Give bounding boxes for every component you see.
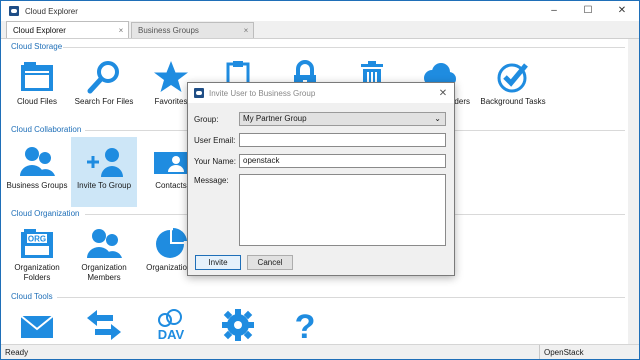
- status-text: Ready: [5, 347, 29, 357]
- search-icon: [84, 59, 124, 95]
- checkmark-icon: [493, 59, 533, 95]
- tile-settings[interactable]: [205, 301, 271, 344]
- contact-card-icon: [151, 143, 191, 179]
- tile-label: Search For Files: [74, 97, 134, 106]
- tab-business-groups[interactable]: Business Groups ×: [131, 22, 254, 38]
- tile-email[interactable]: [4, 301, 70, 344]
- tile-label: Cloud Files: [16, 97, 57, 106]
- email-label: User Email:: [194, 136, 236, 145]
- invite-button[interactable]: Invite: [195, 255, 241, 270]
- tile-organization-members[interactable]: Organization Members: [71, 219, 137, 301]
- org-folder-icon: ORG: [17, 225, 57, 261]
- chevron-down-icon: ⌄: [434, 114, 441, 123]
- section-cloud-organization: Cloud Organization: [11, 209, 80, 218]
- section-cloud-tools: Cloud Tools: [11, 292, 53, 301]
- message-field[interactable]: [239, 174, 446, 246]
- pie-chart-icon: [151, 225, 191, 261]
- gear-icon: [218, 307, 258, 343]
- group-label: Group:: [194, 115, 219, 124]
- tab-cloud-explorer[interactable]: Cloud Explorer ×: [6, 21, 129, 38]
- dialog-title: Invite User to Business Group: [209, 88, 316, 98]
- tile-label: Organization Members: [81, 263, 127, 282]
- status-bar: Ready OpenStack: [1, 344, 639, 359]
- dialog-close-icon[interactable]: ✕: [432, 88, 454, 99]
- question-mark-icon: ?: [285, 307, 325, 343]
- tile-invite-to-group[interactable]: Invite To Group: [71, 137, 137, 207]
- svg-text:DAV: DAV: [158, 327, 185, 342]
- dav-cloud-icon: DAV: [151, 307, 191, 343]
- envelope-icon: [17, 307, 57, 343]
- users-icon: [84, 225, 124, 261]
- section-cloud-collaboration: Cloud Collaboration: [11, 125, 82, 134]
- group-selected-value: My Partner Group: [243, 114, 307, 123]
- tile-label: Invite To Group: [76, 181, 132, 190]
- window-title: Cloud Explorer: [25, 6, 78, 16]
- tile-business-groups[interactable]: Business Groups: [4, 137, 70, 207]
- name-label: Your Name:: [194, 157, 236, 166]
- tile-label: Background Tasks: [480, 97, 546, 106]
- dialog-title-bar: Invite User to Business Group ✕: [188, 83, 454, 103]
- tab-close-icon[interactable]: ×: [239, 26, 253, 35]
- tile-cloud-files[interactable]: Cloud Files: [4, 53, 70, 123]
- divider: [57, 297, 625, 298]
- svg-text:ORG: ORG: [28, 235, 46, 244]
- users-icon: [17, 143, 57, 179]
- tile-dav[interactable]: DAV: [138, 301, 204, 344]
- star-icon: [151, 59, 191, 95]
- section-cloud-storage: Cloud Storage: [11, 42, 63, 51]
- email-field[interactable]: [239, 133, 446, 147]
- add-user-icon: [84, 143, 124, 179]
- tab-bar: Cloud Explorer × Business Groups ×: [1, 21, 639, 39]
- name-field[interactable]: openstack: [239, 154, 446, 168]
- divider: [63, 47, 625, 48]
- app-icon: [9, 6, 19, 16]
- maximize-button[interactable]: ☐: [571, 1, 605, 21]
- tab-label: Business Groups: [138, 26, 199, 35]
- svg-text:?: ?: [295, 308, 316, 342]
- status-provider: OpenStack: [539, 345, 639, 359]
- tab-label: Cloud Explorer: [13, 25, 66, 35]
- tile-background-tasks[interactable]: Background Tasks: [477, 53, 549, 123]
- app-icon: [194, 88, 204, 98]
- invite-dialog: Invite User to Business Group ✕ Group: M…: [187, 82, 455, 276]
- title-bar: Cloud Explorer – ☐ ✕: [1, 1, 639, 21]
- tile-organization-folders[interactable]: ORG Organization Folders: [4, 219, 70, 301]
- tile-label: Organization Folders: [14, 263, 60, 282]
- tile-sync[interactable]: [71, 301, 137, 344]
- tile-search-files[interactable]: Search For Files: [71, 53, 137, 123]
- folder-icon: [17, 59, 57, 95]
- close-button[interactable]: ✕: [605, 1, 639, 21]
- vertical-scrollbar[interactable]: [628, 39, 639, 344]
- message-label: Message:: [194, 176, 229, 185]
- minimize-button[interactable]: –: [537, 1, 571, 21]
- group-select[interactable]: My Partner Group ⌄: [239, 112, 446, 126]
- tile-help[interactable]: ?: [272, 301, 338, 344]
- tab-close-icon[interactable]: ×: [114, 26, 128, 35]
- swap-arrows-icon: [84, 307, 124, 343]
- cancel-button[interactable]: Cancel: [247, 255, 293, 270]
- tile-label: Business Groups: [6, 181, 68, 190]
